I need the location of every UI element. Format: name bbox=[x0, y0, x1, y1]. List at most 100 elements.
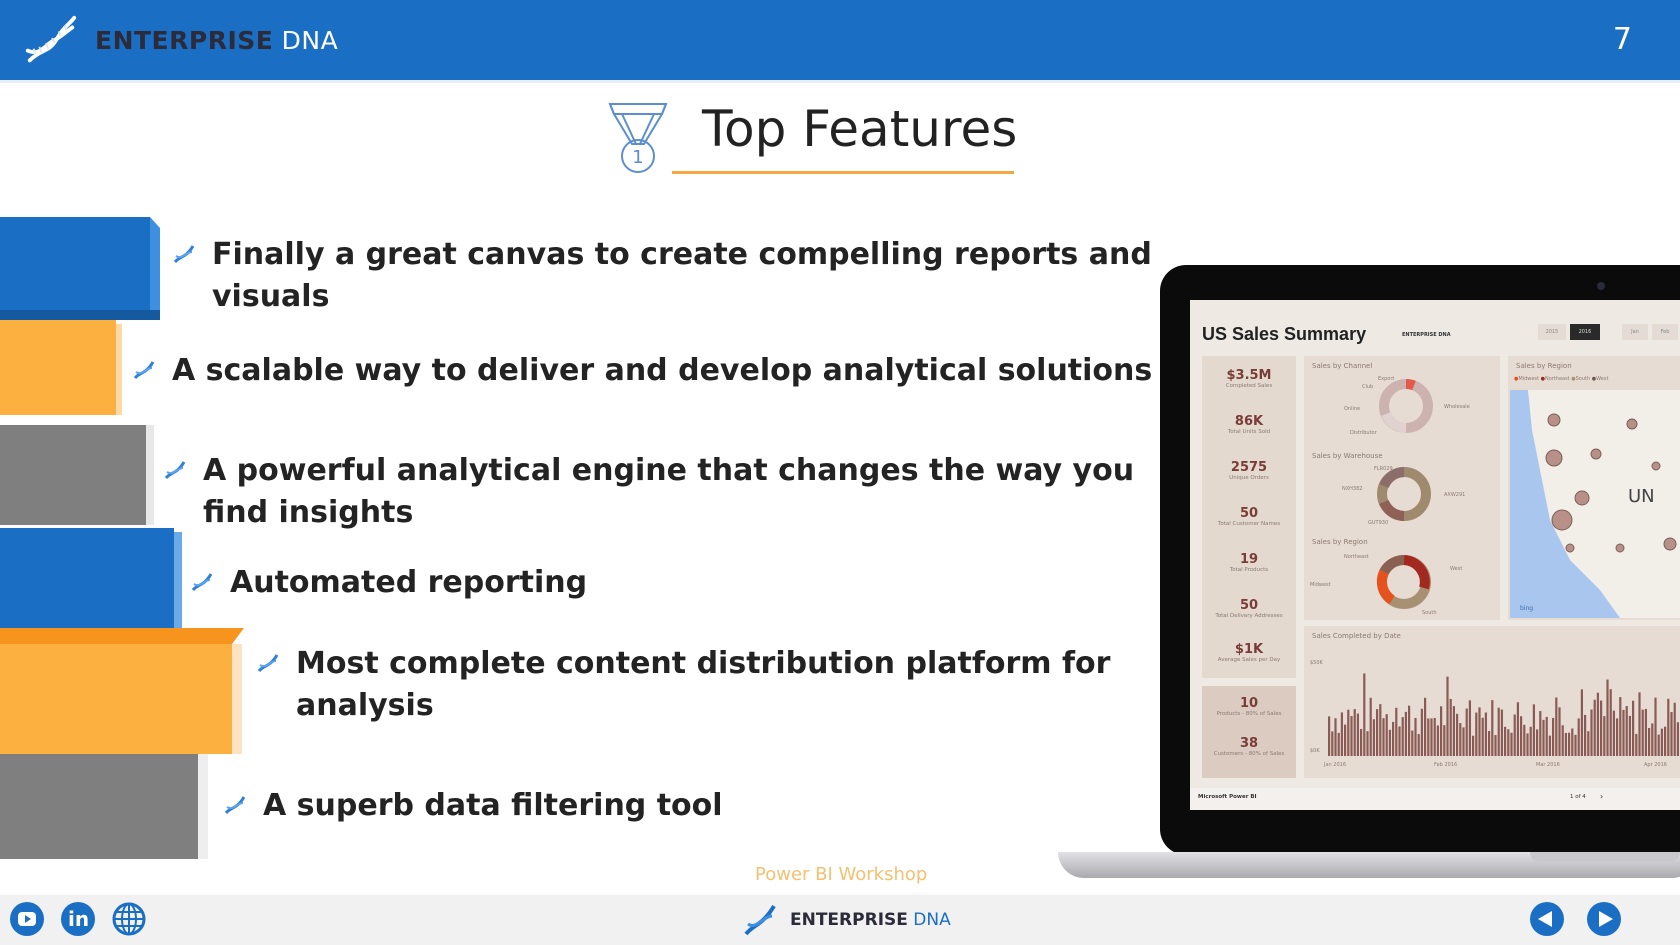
sales-bar bbox=[1523, 724, 1526, 756]
bullet-item-3: A powerful analytical engine that change… bbox=[164, 450, 1135, 534]
previous-slide-button[interactable] bbox=[1530, 902, 1564, 936]
sales-bar bbox=[1558, 707, 1561, 756]
sales-bar bbox=[1337, 732, 1340, 756]
sales-by-warehouse-title: Sales by Warehouse bbox=[1312, 452, 1383, 460]
sales-bar bbox=[1465, 708, 1468, 756]
warehouse-label: FLR029 bbox=[1374, 466, 1393, 472]
sales-bar bbox=[1494, 735, 1497, 756]
bullet-text-line2: visuals bbox=[212, 279, 330, 314]
sales-bar bbox=[1587, 731, 1590, 756]
sales-bar bbox=[1606, 679, 1609, 756]
sales-bar bbox=[1603, 716, 1606, 756]
linkedin-icon[interactable]: in bbox=[61, 902, 95, 936]
next-slide-button[interactable] bbox=[1587, 902, 1621, 936]
sales-bar bbox=[1542, 719, 1545, 756]
region-label: Northeast bbox=[1344, 554, 1369, 560]
sales-bar bbox=[1504, 726, 1507, 756]
sales-bar bbox=[1571, 728, 1574, 756]
sales-bar bbox=[1385, 714, 1388, 756]
kpi-card: 10 Products - 80% of Sales bbox=[1216, 696, 1282, 717]
sales-bar bbox=[1427, 718, 1430, 756]
map-panel: Sales by Region ●Midwest ●Northeast ●Sou… bbox=[1508, 356, 1680, 620]
dna-bullet-icon bbox=[164, 461, 186, 480]
bullet-text-line2: analysis bbox=[296, 688, 434, 723]
month-button-feb[interactable]: Feb bbox=[1652, 324, 1678, 340]
step-3-side bbox=[146, 425, 154, 525]
sales-by-date-bars[interactable] bbox=[1328, 666, 1680, 756]
sales-bar bbox=[1609, 689, 1612, 756]
step-3 bbox=[0, 425, 146, 525]
svg-text:UN: UN bbox=[1628, 486, 1655, 507]
sales-bar bbox=[1596, 692, 1599, 756]
x-axis-label: Feb 2016 bbox=[1434, 762, 1458, 768]
sales-bar bbox=[1664, 726, 1667, 756]
sales-bar bbox=[1417, 734, 1420, 756]
bullet-text-line1: Automated reporting bbox=[230, 565, 588, 600]
channel-label: Online bbox=[1344, 406, 1361, 412]
sales-bar bbox=[1500, 709, 1503, 756]
month-button-jan[interactable]: Jan bbox=[1622, 324, 1648, 340]
powerbi-footer: Microsoft Power BI 1 of 4 › bbox=[1190, 788, 1680, 810]
kpi-card: 50 Total Delivery Addresses bbox=[1215, 598, 1283, 619]
next-page-icon[interactable]: › bbox=[1600, 792, 1603, 801]
sales-bar bbox=[1638, 692, 1641, 756]
x-axis-label: Apr 2016 bbox=[1644, 762, 1667, 768]
sales-by-region-donut[interactable] bbox=[1374, 552, 1434, 612]
bullet-text-line1: A powerful analytical engine that change… bbox=[203, 453, 1135, 488]
sales-by-channel-donut[interactable] bbox=[1376, 376, 1436, 436]
sales-bar bbox=[1491, 700, 1494, 756]
step-2 bbox=[0, 320, 116, 415]
sales-by-warehouse-donut[interactable] bbox=[1374, 464, 1434, 524]
dna-bullet-icon bbox=[257, 654, 279, 673]
medal-icon: 1 bbox=[608, 103, 668, 173]
kpi-panel-secondary: 10 Products - 80% of Sales 38 Customers - … bbox=[1202, 686, 1296, 778]
sales-bar bbox=[1331, 731, 1334, 756]
sales-bar bbox=[1468, 700, 1471, 756]
page-indicator[interactable]: 1 of 4 bbox=[1570, 794, 1586, 800]
sales-bar bbox=[1600, 700, 1603, 756]
sales-bar bbox=[1328, 716, 1331, 756]
sales-bar bbox=[1356, 713, 1359, 756]
globe-icon[interactable] bbox=[112, 902, 146, 936]
sales-bar bbox=[1532, 704, 1535, 756]
sales-bar bbox=[1360, 728, 1363, 756]
channel-label: Export bbox=[1378, 376, 1395, 382]
sales-map[interactable]: UN bing bbox=[1510, 390, 1680, 618]
bullet-text-line1: A superb data filtering tool bbox=[263, 788, 723, 823]
step-4-side bbox=[174, 532, 182, 628]
sales-by-region-donut-title: Sales by Region bbox=[1312, 538, 1368, 546]
sales-bar bbox=[1440, 706, 1443, 756]
sales-bar bbox=[1388, 729, 1391, 756]
year-button-2015[interactable]: 2015 bbox=[1538, 324, 1566, 340]
dashboard-screen: US Sales Summary ENTERPRISE DNA 2015 201… bbox=[1190, 300, 1680, 810]
region-label: Midwest bbox=[1310, 582, 1331, 588]
step-1 bbox=[0, 217, 150, 317]
step-6-side bbox=[198, 754, 208, 859]
arrow-left-icon bbox=[1538, 911, 1552, 927]
sales-bar bbox=[1526, 733, 1529, 756]
slide-number: 7 bbox=[1612, 22, 1632, 57]
arrow-right-icon bbox=[1599, 911, 1613, 927]
sales-bar bbox=[1372, 719, 1375, 756]
sales-bar bbox=[1641, 709, 1644, 756]
year-button-2016[interactable]: 2016 bbox=[1570, 324, 1600, 340]
sales-bar bbox=[1628, 715, 1631, 756]
dashboard-brand: ENTERPRISE DNA bbox=[1402, 332, 1451, 338]
sales-bar bbox=[1616, 718, 1619, 756]
sales-bar bbox=[1334, 718, 1337, 756]
sales-bar bbox=[1420, 708, 1423, 756]
sales-by-channel-title: Sales by Channel bbox=[1312, 362, 1373, 370]
sales-bar bbox=[1529, 726, 1532, 756]
footer-brand: ENTERPRISE DNA bbox=[790, 910, 951, 930]
sales-bar bbox=[1545, 716, 1548, 756]
kpi-card: $3.5M Completed Sales bbox=[1225, 368, 1273, 389]
sales-bar bbox=[1580, 689, 1583, 756]
sales-bar bbox=[1350, 716, 1353, 756]
youtube-icon[interactable] bbox=[10, 902, 44, 936]
sales-bar bbox=[1475, 712, 1478, 756]
sales-by-date-panel: Sales Completed by Date $50K $0K Jan 201… bbox=[1304, 626, 1680, 778]
sales-bar bbox=[1443, 725, 1446, 756]
sales-bar bbox=[1404, 711, 1407, 756]
channel-label: Club bbox=[1362, 384, 1374, 390]
svg-text:1: 1 bbox=[632, 147, 643, 168]
